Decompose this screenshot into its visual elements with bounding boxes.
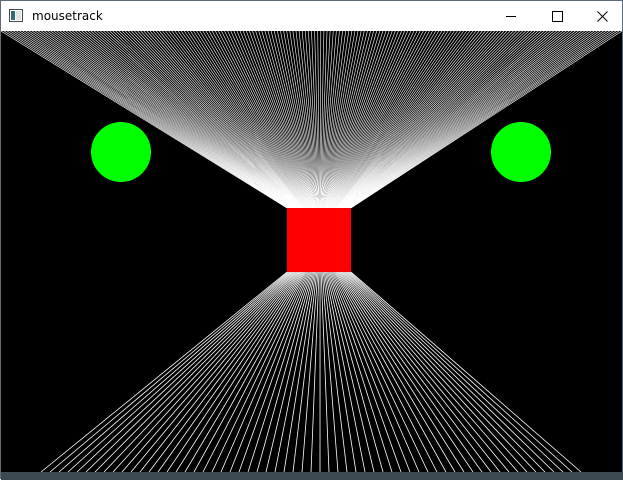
- title-bar[interactable]: mousetrack: [1, 1, 622, 31]
- scene-svg: [1, 31, 622, 472]
- maximize-icon: [552, 11, 563, 22]
- app-icon: [9, 9, 23, 22]
- minimize-icon: [506, 11, 517, 22]
- close-button[interactable]: [579, 1, 623, 31]
- maximize-button[interactable]: [534, 1, 580, 31]
- red-square: [287, 208, 351, 272]
- right-green-circle: [491, 122, 551, 182]
- minimize-button[interactable]: [488, 1, 534, 31]
- left-green-circle: [91, 122, 151, 182]
- close-icon: [597, 11, 608, 22]
- top-line-fan: [1, 31, 622, 208]
- window-title: mousetrack: [32, 9, 103, 24]
- app-window: mousetrack: [0, 0, 623, 479]
- bottom-line-fan: [41, 272, 581, 472]
- drawing-canvas[interactable]: [1, 31, 622, 472]
